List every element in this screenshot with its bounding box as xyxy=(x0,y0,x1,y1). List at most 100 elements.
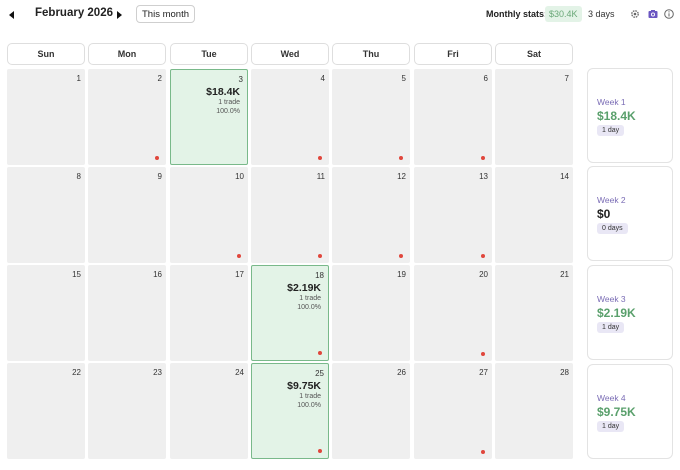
day-number: 24 xyxy=(235,368,244,377)
day-cell[interactable]: 4 xyxy=(251,69,329,165)
day-win-rate: 100.0% xyxy=(297,304,321,311)
day-number: 14 xyxy=(560,172,569,181)
chevron-left-icon xyxy=(9,11,14,19)
event-dot-indicator xyxy=(481,254,485,258)
weekday-header-sunday: Sun xyxy=(7,43,85,65)
day-number: 21 xyxy=(560,270,569,279)
day-number: 9 xyxy=(157,172,162,181)
monthly-stats-label: Monthly stats: xyxy=(486,9,548,19)
day-number: 13 xyxy=(479,172,488,181)
event-dot-indicator xyxy=(318,351,322,355)
day-cell[interactable]: 9 xyxy=(88,167,166,263)
day-cell[interactable]: 15 xyxy=(7,265,85,361)
week-label: Week 2 xyxy=(597,195,626,205)
calendar-toolbar: February 2026 This month Monthly stats: … xyxy=(0,0,680,30)
day-cell[interactable]: 21 xyxy=(495,265,573,361)
event-dot-indicator xyxy=(155,156,159,160)
day-cell[interactable]: 2 xyxy=(88,69,166,165)
week-pnl: $0 xyxy=(597,207,611,221)
event-dot-indicator xyxy=(318,156,322,160)
event-dot-indicator xyxy=(318,449,322,453)
weekday-header-tuesday: Tue xyxy=(170,43,248,65)
week-days-badge: 1 day xyxy=(597,125,625,136)
week-label: Week 3 xyxy=(597,294,626,304)
day-cell[interactable]: 18 $2.19K 1 trade 100.0% xyxy=(251,265,329,361)
day-number: 3 xyxy=(238,75,243,84)
day-cell[interactable]: 7 xyxy=(495,69,573,165)
week-summary-card[interactable]: Week 1 $18.4K 1 day xyxy=(587,68,673,163)
day-cell[interactable]: 28 xyxy=(495,363,573,459)
day-trade-summary: $2.19K 1 trade 100.0% xyxy=(287,282,321,312)
day-cell[interactable]: 26 xyxy=(332,363,410,459)
day-number: 27 xyxy=(479,368,488,377)
monthly-stats-value: $30.4K xyxy=(545,6,582,22)
day-number: 20 xyxy=(479,270,488,279)
day-cell[interactable]: 27 xyxy=(414,363,492,459)
day-cell[interactable]: 17 xyxy=(170,265,248,361)
info-icon[interactable] xyxy=(664,9,674,19)
day-cell[interactable]: 22 xyxy=(7,363,85,459)
day-cell[interactable]: 6 xyxy=(414,69,492,165)
day-number: 10 xyxy=(235,172,244,181)
this-month-button[interactable]: This month xyxy=(136,5,195,23)
day-number: 8 xyxy=(76,172,81,181)
week-days-badge: 0 days xyxy=(597,223,628,234)
day-cell[interactable]: 10 xyxy=(170,167,248,263)
day-cell[interactable]: 25 $9.75K 1 trade 100.0% xyxy=(251,363,329,459)
monthly-stats-days: 3 days xyxy=(588,9,615,19)
week-summary-card[interactable]: Week 3 $2.19K 1 day xyxy=(587,265,673,360)
day-cell[interactable]: 23 xyxy=(88,363,166,459)
day-number: 2 xyxy=(157,74,162,83)
day-win-rate: 100.0% xyxy=(297,402,321,409)
event-dot-indicator xyxy=(481,450,485,454)
day-pnl: $18.4K xyxy=(206,86,240,98)
gear-icon[interactable] xyxy=(630,9,640,19)
day-number: 15 xyxy=(72,270,81,279)
day-number: 7 xyxy=(564,74,569,83)
event-dot-indicator xyxy=(399,156,403,160)
weekday-header-monday: Mon xyxy=(88,43,166,65)
event-dot-indicator xyxy=(318,254,322,258)
day-number: 1 xyxy=(76,74,81,83)
day-number: 16 xyxy=(153,270,162,279)
week-days-badge: 1 day xyxy=(597,322,625,333)
chevron-right-icon xyxy=(117,11,122,19)
day-cell[interactable]: 14 xyxy=(495,167,573,263)
day-cell[interactable]: 12 xyxy=(332,167,410,263)
week-summary-card[interactable]: Week 2 $0 0 days xyxy=(587,166,673,261)
day-cell[interactable]: 13 xyxy=(414,167,492,263)
day-cell[interactable]: 11 xyxy=(251,167,329,263)
day-number: 28 xyxy=(560,368,569,377)
day-cell[interactable]: 16 xyxy=(88,265,166,361)
day-number: 4 xyxy=(320,74,325,83)
day-cell[interactable]: 5 xyxy=(332,69,410,165)
event-dot-indicator xyxy=(237,254,241,258)
day-pnl: $2.19K xyxy=(287,282,321,294)
day-cell[interactable]: 24 xyxy=(170,363,248,459)
day-trade-summary: $9.75K 1 trade 100.0% xyxy=(287,380,321,410)
day-cell[interactable]: 20 xyxy=(414,265,492,361)
day-cell[interactable]: 1 xyxy=(7,69,85,165)
day-number: 6 xyxy=(483,74,488,83)
day-trade-summary: $18.4K 1 trade 100.0% xyxy=(206,86,240,116)
month-title: February 2026 xyxy=(35,7,113,19)
day-cell[interactable]: 3 $18.4K 1 trade 100.0% xyxy=(170,69,248,165)
day-number: 26 xyxy=(397,368,406,377)
week-pnl: $18.4K xyxy=(597,109,636,123)
weekday-header-friday: Fri xyxy=(414,43,492,65)
week-days-badge: 1 day xyxy=(597,421,625,432)
day-cell[interactable]: 8 xyxy=(7,167,85,263)
weekday-header-thursday: Thu xyxy=(332,43,410,65)
week-label: Week 1 xyxy=(597,97,626,107)
day-number: 25 xyxy=(315,369,324,378)
day-cell[interactable]: 19 xyxy=(332,265,410,361)
day-number: 17 xyxy=(235,270,244,279)
day-trade-count: 1 trade xyxy=(299,295,321,302)
day-trade-count: 1 trade xyxy=(299,393,321,400)
week-summary-card[interactable]: Week 4 $9.75K 1 day xyxy=(587,364,673,459)
camera-icon[interactable] xyxy=(648,9,658,19)
next-month-button[interactable] xyxy=(114,9,124,21)
event-dot-indicator xyxy=(399,254,403,258)
day-win-rate: 100.0% xyxy=(216,108,240,115)
prev-month-button[interactable] xyxy=(7,9,17,21)
